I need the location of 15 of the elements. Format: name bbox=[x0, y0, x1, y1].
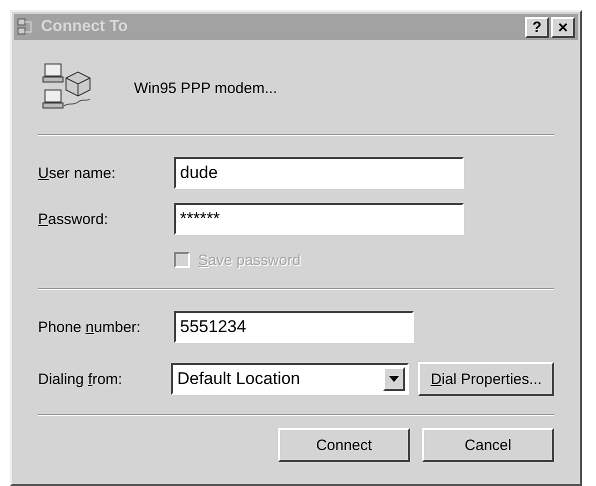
dial-properties-button[interactable]: Dial Properties... bbox=[418, 362, 554, 396]
dropdown-field[interactable]: Default Location bbox=[171, 363, 409, 395]
field-label: Phone number: bbox=[38, 318, 142, 336]
field-label: Password: bbox=[38, 210, 110, 228]
help-button[interactable]: ? bbox=[525, 16, 549, 38]
field-label: Dialing from: bbox=[38, 370, 124, 388]
input-field[interactable]: ****** bbox=[174, 203, 464, 235]
connection-name: Win95 PPP modem... bbox=[134, 80, 278, 96]
input-field[interactable]: dude bbox=[174, 157, 464, 189]
dialog-button[interactable]: Cancel bbox=[422, 428, 554, 462]
dropdown-arrow-icon bbox=[388, 376, 399, 382]
dialog-button[interactable]: Connect bbox=[278, 428, 410, 462]
field-label: User name: bbox=[38, 164, 117, 182]
input-field[interactable]: 5551234 bbox=[174, 311, 414, 343]
close-button[interactable]: × bbox=[551, 16, 575, 38]
